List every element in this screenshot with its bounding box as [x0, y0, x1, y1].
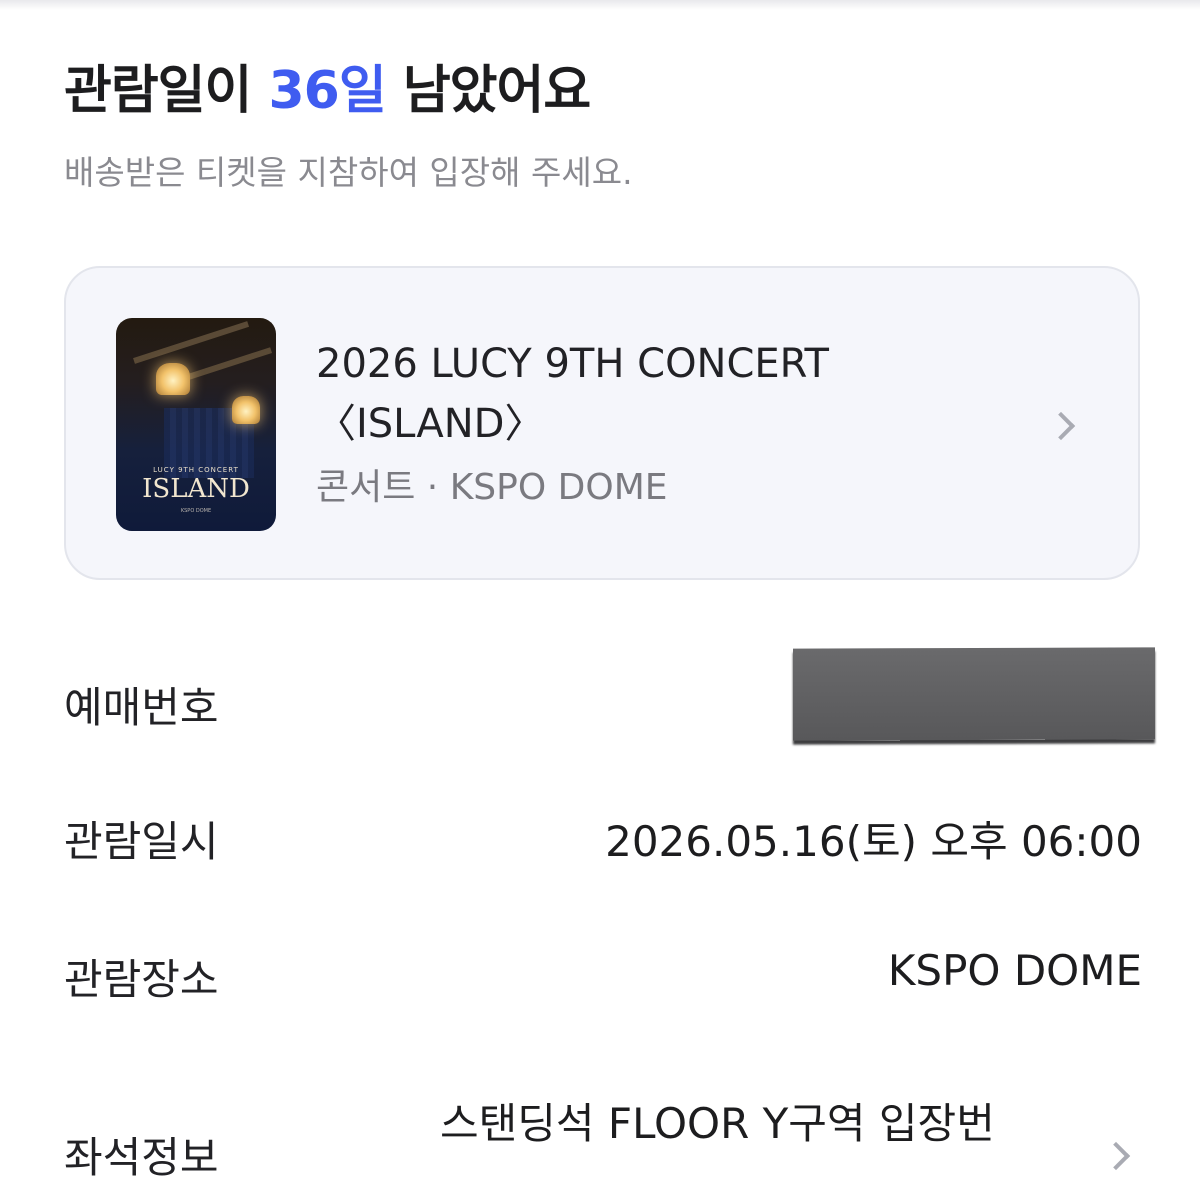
- date-value: 2026.05.16(토) 오후 06:00: [605, 817, 1142, 866]
- top-shadow: [0, 0, 1200, 10]
- event-title-line2: 〈ISLAND〉: [316, 401, 545, 447]
- reservation-number-label: 예매번호: [64, 683, 219, 732]
- poster-meta: KSPO DOME: [180, 508, 212, 514]
- seat-value[interactable]: 스탠딩석 FLOOR Y구역 입장번: [440, 1090, 995, 1151]
- event-poster: LUCY 9TH CONCERT ISLAND KSPO DOME: [116, 318, 276, 531]
- venue-value: KSPO DOME: [887, 946, 1142, 995]
- event-card[interactable]: LUCY 9TH CONCERT ISLAND KSPO DOME 2026 L…: [64, 266, 1140, 580]
- page-subtitle: 배송받은 티켓을 지참하여 입장해 주세요.: [64, 153, 633, 192]
- days-remaining: 36일: [268, 61, 386, 121]
- date-label: 관람일시: [64, 817, 219, 866]
- title-suffix: 남았어요: [402, 61, 591, 121]
- reservation-number-redacted: [793, 647, 1155, 741]
- poster-subtitle: LUCY 9TH CONCERT: [153, 466, 239, 474]
- event-meta: 콘서트 · KSPO DOME: [316, 467, 668, 508]
- poster-title: ISLAND: [142, 474, 250, 504]
- poster-lamp: [156, 363, 190, 395]
- poster-lamp: [232, 396, 260, 424]
- event-title-line1: 2026 LUCY 9TH CONCERT: [316, 341, 829, 387]
- chevron-right-icon[interactable]: [1046, 411, 1076, 441]
- chevron-right-icon[interactable]: [1101, 1141, 1131, 1171]
- page-title: 관람일이 36일 남았어요: [64, 56, 591, 126]
- poster-rail: [133, 321, 250, 364]
- seat-label: 좌석정보: [64, 1133, 219, 1182]
- venue-label: 관람장소: [64, 955, 219, 1004]
- event-title: 2026 LUCY 9TH CONCERT 〈ISLAND〉: [316, 334, 1016, 454]
- title-prefix: 관람일이: [64, 61, 252, 121]
